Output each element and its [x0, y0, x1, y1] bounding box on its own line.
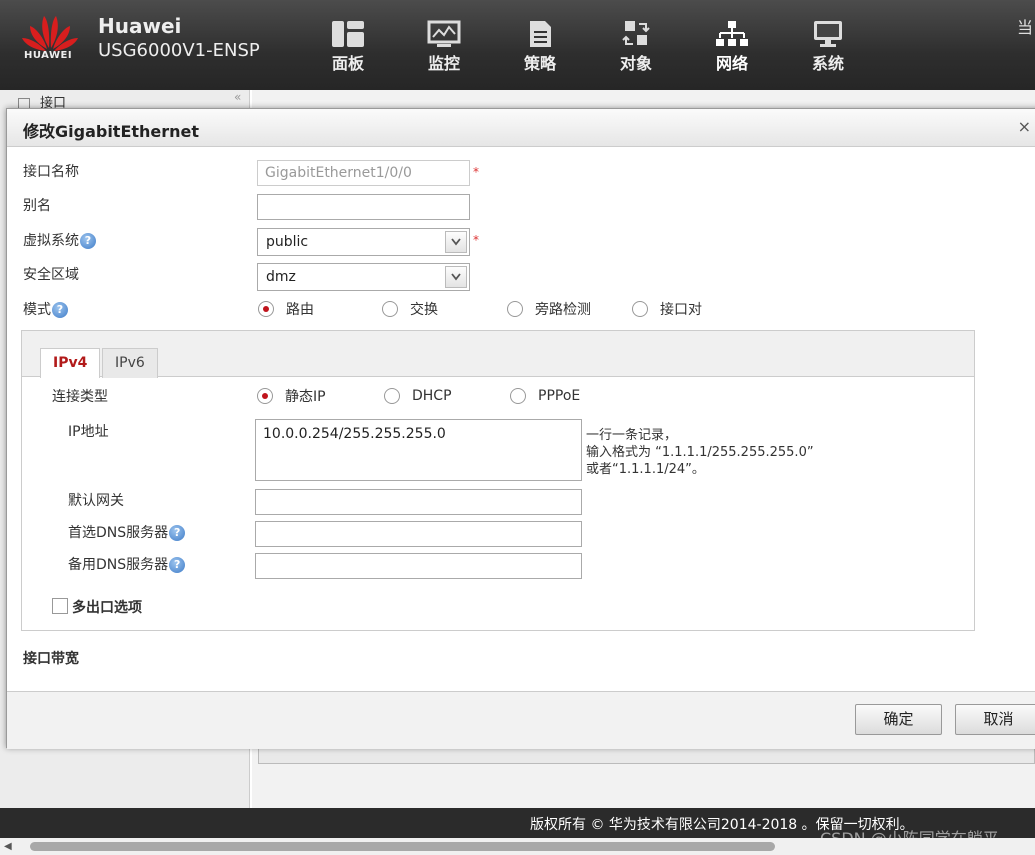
help-icon[interactable]: ? — [169, 557, 186, 573]
conn-option-static-ip[interactable]: 静态IP — [257, 386, 384, 406]
radio-icon[interactable] — [632, 301, 648, 317]
interface-name-input[interactable]: GigabitEthernet1/0/0 — [257, 160, 470, 186]
conn-option-dhcp[interactable]: DHCP — [384, 388, 510, 404]
radio-icon[interactable] — [384, 388, 400, 404]
mode-option-interface-pair[interactable]: 接口对 — [632, 299, 702, 319]
radio-icon[interactable] — [507, 301, 523, 317]
primary-dns-label: 首选DNS服务器? — [68, 522, 186, 542]
tab-ipv4[interactable]: IPv4 — [40, 348, 101, 378]
security-zone-label: 安全区域 — [23, 267, 79, 283]
primary-dns-input[interactable] — [255, 521, 582, 547]
radio-icon[interactable] — [510, 388, 526, 404]
nav-object[interactable]: 对象 — [588, 20, 684, 80]
connection-type-radio-group: 静态IP DHCP PPPoE — [257, 386, 580, 406]
nav-network[interactable]: 网络 — [684, 20, 780, 80]
alias-input[interactable] — [257, 194, 470, 220]
mode-label: 模式? — [23, 299, 68, 319]
ip-address-textarea[interactable]: 10.0.0.254/255.255.255.0 — [255, 419, 582, 481]
brand-name: Huawei — [98, 14, 182, 38]
radio-icon[interactable] — [382, 301, 398, 317]
ip-address-label: IP地址 — [68, 424, 109, 440]
secondary-dns-label: 备用DNS服务器? — [68, 554, 186, 574]
horizontal-scrollbar[interactable]: ◀ — [0, 838, 1035, 855]
monitor-icon — [427, 20, 461, 47]
default-gateway-input[interactable] — [255, 489, 582, 515]
nav-dashboard[interactable]: 面板 — [300, 20, 396, 80]
mode-option-bypass[interactable]: 旁路检测 — [507, 299, 632, 319]
conn-option-pppoe[interactable]: PPPoE — [510, 388, 580, 404]
alias-label: 别名 — [23, 198, 51, 214]
nav-monitor[interactable]: 监控 — [396, 20, 492, 80]
dialog-title-bar[interactable]: 修改GigabitEthernet × — [7, 109, 1035, 147]
dialog-title: 修改GigabitEthernet — [23, 122, 200, 141]
dashboard-icon — [332, 21, 364, 47]
chevron-down-icon[interactable] — [445, 266, 467, 288]
device-model: USG6000V1-ENSP — [98, 40, 260, 61]
network-icon — [716, 21, 748, 46]
required-mark: * — [473, 233, 479, 247]
required-mark: * — [473, 165, 479, 179]
policy-icon — [530, 21, 551, 47]
chevron-down-icon[interactable] — [445, 231, 467, 253]
dialog-footer: 确定 取消 — [7, 691, 1035, 749]
scroll-left-icon[interactable]: ◀ — [4, 841, 12, 852]
nav-policy[interactable]: 策略 — [492, 20, 588, 80]
scrollbar-thumb[interactable] — [30, 842, 775, 851]
security-zone-value: dmz — [266, 269, 296, 285]
help-icon[interactable]: ? — [52, 302, 68, 318]
help-icon[interactable]: ? — [80, 233, 96, 249]
secondary-dns-input[interactable] — [255, 553, 582, 579]
mode-radio-group: 路由 交换 旁路检测 接口对 — [258, 299, 702, 319]
ip-format-hint: 一行一条记录， 输入格式为 “1.1.1.1/255.255.255.0” 或者… — [586, 428, 814, 477]
virtual-system-select[interactable]: public — [257, 228, 470, 256]
ok-button[interactable]: 确定 — [855, 704, 942, 735]
close-icon[interactable]: × — [1018, 117, 1031, 136]
help-icon[interactable]: ? — [169, 525, 186, 541]
system-icon — [814, 21, 842, 47]
virtual-system-label: 虚拟系统? — [23, 230, 96, 250]
page-footer: 版权所有 © 华为技术有限公司2014-2018 。保留一切权利。 CSDN @… — [0, 808, 1035, 848]
bandwidth-section-title: 接口带宽 — [23, 651, 79, 667]
mode-option-switch[interactable]: 交换 — [382, 299, 507, 319]
default-gateway-label: 默认网关 — [68, 493, 124, 509]
radio-checked-icon[interactable] — [257, 388, 273, 404]
tab-ipv6[interactable]: IPv6 — [102, 348, 158, 378]
logo-text: HUAWEI — [24, 50, 73, 61]
main-nav: 面板 监控 策略 对象 网络 系统 — [300, 20, 876, 80]
object-icon — [622, 21, 650, 45]
radio-checked-icon[interactable] — [258, 301, 274, 317]
virtual-system-value: public — [266, 234, 309, 250]
nav-system[interactable]: 系统 — [780, 20, 876, 80]
interface-name-label: 接口名称 — [23, 164, 79, 180]
top-header: HUAWEI Huawei USG6000V1-ENSP 面板 监控 策略 对象… — [0, 0, 1035, 90]
connection-type-label: 连接类型 — [52, 389, 108, 405]
ip-config-panel: IPv4 IPv6 连接类型 静态IP DHCP PPPoE IP地址 10.0… — [21, 330, 975, 631]
tab-strip: IPv4 IPv6 — [22, 331, 974, 378]
edit-interface-dialog: 修改GigabitEthernet × 接口名称 GigabitEthernet… — [6, 108, 1035, 749]
multi-exit-label: 多出口选项 — [72, 600, 142, 616]
cancel-button[interactable]: 取消 — [955, 704, 1035, 735]
header-corner-text: 当 — [1016, 18, 1033, 37]
security-zone-select[interactable]: dmz — [257, 263, 470, 291]
sidebar-collapse-icon[interactable]: « — [234, 90, 241, 104]
mode-option-route[interactable]: 路由 — [258, 299, 382, 319]
multi-exit-checkbox[interactable] — [52, 598, 68, 614]
